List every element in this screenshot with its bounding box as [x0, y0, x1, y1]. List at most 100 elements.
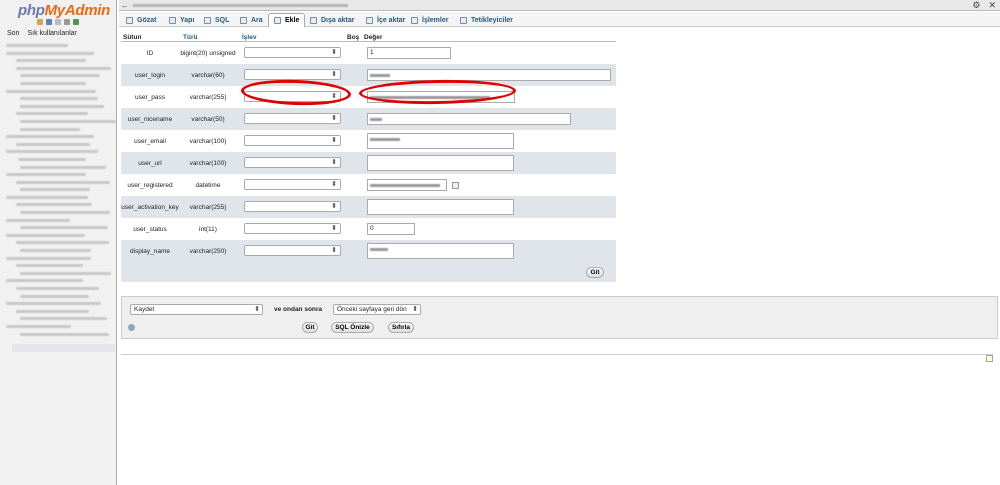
value-input[interactable]: [367, 113, 571, 125]
tree-item[interactable]: [20, 81, 86, 85]
tree-item[interactable]: [16, 309, 89, 313]
tree-item[interactable]: [20, 249, 91, 253]
function-select[interactable]: [244, 135, 341, 146]
calendar-icon[interactable]: [452, 182, 459, 189]
tree-item[interactable]: [20, 332, 109, 336]
reload-icon[interactable]: [73, 19, 79, 25]
tree-item[interactable]: [16, 180, 110, 184]
column-name: user_registered: [127, 182, 173, 189]
field-row-user-url: user_url varchar(100): [121, 152, 616, 174]
tree-item[interactable]: [6, 51, 94, 55]
tree-item[interactable]: [16, 203, 92, 207]
column-name: user_login: [135, 72, 165, 79]
function-select[interactable]: [244, 179, 341, 190]
function-select[interactable]: [244, 47, 341, 58]
value-textarea[interactable]: [367, 155, 514, 171]
tree-item[interactable]: [16, 59, 86, 63]
tree-item[interactable]: [6, 195, 88, 199]
field-row-user-email: user_email varchar(100): [121, 130, 616, 152]
column-type: bigint(20) unsigned: [180, 50, 236, 57]
tree-item[interactable]: [20, 188, 90, 192]
tree-item[interactable]: [6, 150, 98, 154]
function-select[interactable]: [244, 201, 341, 212]
go-button[interactable]: Git: [586, 267, 604, 278]
redacted-value: [370, 118, 382, 121]
tree-item[interactable]: [16, 287, 99, 290]
tab-sql[interactable]: SQL: [199, 13, 234, 27]
tab-search[interactable]: Ara: [235, 13, 268, 27]
settings-icon[interactable]: [55, 19, 61, 25]
tree-item[interactable]: [20, 104, 104, 108]
function-select[interactable]: [244, 245, 341, 256]
column-name: display_name: [129, 248, 171, 255]
tree-item[interactable]: [6, 218, 70, 222]
tree-item[interactable]: [20, 294, 89, 298]
value-input[interactable]: [367, 179, 447, 191]
navigation-panel: phpMyAdmin Son Sık kullanılanlar: [0, 0, 117, 485]
tree-item[interactable]: [16, 264, 83, 268]
value-textarea[interactable]: [367, 133, 514, 149]
save-action-select[interactable]: Kaydet: [130, 304, 263, 315]
tree-item[interactable]: [6, 233, 85, 237]
tree-item[interactable]: [16, 142, 90, 146]
value-input[interactable]: 0: [367, 223, 415, 235]
go-button-bottom[interactable]: Git: [302, 322, 318, 333]
field-row-user-login: user_login varchar(60): [121, 64, 616, 86]
tree-item[interactable]: [6, 89, 96, 93]
value-input[interactable]: 1: [367, 47, 451, 59]
header-value: Değer: [364, 34, 383, 41]
tab-structure[interactable]: Yapı: [164, 13, 199, 27]
tab-browse[interactable]: Gözat: [121, 13, 161, 27]
phpmyadmin-logo[interactable]: phpMyAdmin: [18, 2, 110, 19]
tree-item[interactable]: [20, 226, 108, 230]
tree-item[interactable]: [6, 302, 101, 306]
tree-item[interactable]: [6, 44, 68, 47]
tree-item[interactable]: [6, 173, 86, 177]
column-name: user_pass: [135, 94, 165, 101]
header-type[interactable]: Türü: [183, 34, 197, 41]
back-arrow-icon[interactable]: ←: [121, 1, 129, 10]
tree-item[interactable]: [18, 157, 86, 161]
docs-icon[interactable]: [46, 19, 52, 25]
value-textarea[interactable]: [367, 199, 514, 215]
value-input[interactable]: [367, 69, 611, 81]
tab-insert[interactable]: Ekle: [268, 13, 306, 27]
tab-operations[interactable]: İşlemler: [406, 13, 453, 27]
tree-item[interactable]: [16, 112, 88, 116]
value-textarea[interactable]: [367, 243, 514, 259]
gear-icon[interactable]: ⚙: [972, 0, 980, 11]
tab-import[interactable]: İçe aktar: [361, 13, 410, 27]
tree-item[interactable]: [20, 211, 110, 215]
preview-sql-button[interactable]: SQL Önizle: [331, 322, 374, 333]
nav-tab-favorites[interactable]: Sık kullanılanlar: [27, 30, 76, 37]
breadcrumb[interactable]: [133, 4, 348, 7]
tree-item[interactable]: [20, 74, 100, 78]
settings2-icon[interactable]: [64, 19, 70, 25]
nav-tab-recent[interactable]: Son: [7, 30, 19, 37]
tree-item[interactable]: [16, 241, 109, 245]
function-select[interactable]: [244, 113, 341, 124]
tree-item[interactable]: [20, 317, 107, 321]
function-select[interactable]: [244, 223, 341, 234]
tree-item[interactable]: [20, 165, 106, 169]
after-insert-select[interactable]: Önceki sayfaya geri dön: [333, 304, 421, 315]
help-icon[interactable]: [128, 324, 135, 331]
tree-item[interactable]: [6, 256, 91, 260]
tree-item[interactable]: [6, 279, 83, 283]
tree-item[interactable]: [6, 324, 71, 328]
tree-item[interactable]: [20, 127, 80, 131]
console-icon[interactable]: [986, 355, 993, 362]
header-function[interactable]: İşlev: [242, 34, 256, 41]
tab-triggers[interactable]: Tetikleyiciler: [455, 13, 518, 27]
close-icon[interactable]: ✕: [988, 0, 996, 11]
function-select[interactable]: [244, 157, 341, 168]
tree-item[interactable]: [20, 119, 116, 123]
reset-button[interactable]: Sıfırla: [388, 322, 414, 333]
tab-export[interactable]: Dışa aktar: [305, 13, 359, 27]
tree-item[interactable]: [20, 271, 111, 275]
tree-item[interactable]: [6, 135, 94, 139]
home-icon[interactable]: [37, 19, 43, 25]
tree-item[interactable]: [20, 97, 98, 101]
function-select[interactable]: [244, 69, 341, 80]
tree-item[interactable]: [16, 66, 111, 70]
